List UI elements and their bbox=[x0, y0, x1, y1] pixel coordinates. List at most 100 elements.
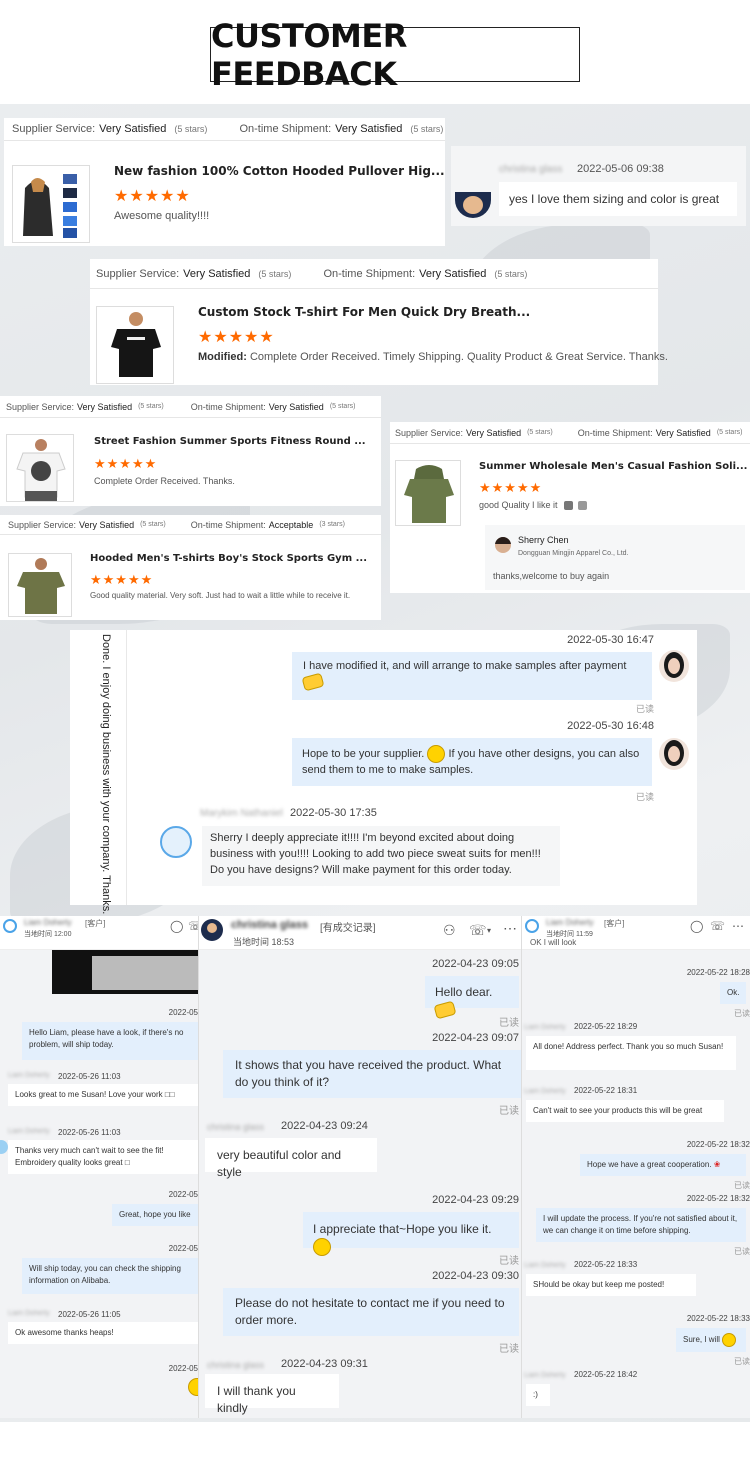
supplier-service-rating: Very Satisfied bbox=[79, 519, 135, 530]
rating-stars: ★★★★★ bbox=[114, 188, 191, 205]
message-bubble: yes I love them sizing and color is grea… bbox=[499, 182, 737, 216]
sender-name: Liam Doherty bbox=[8, 1128, 50, 1135]
chat-screenshot-middle: christina glass [有成交记录] 当地时间 18:53 ⚇ ☏ ▾… bbox=[198, 916, 522, 1418]
user-icon[interactable]: ◯ bbox=[170, 919, 183, 933]
shipment-label: On-time Shipment: bbox=[190, 519, 266, 530]
shipment-label: On-time Shipment: bbox=[190, 401, 266, 412]
avatar[interactable] bbox=[525, 919, 539, 933]
review-card: Supplier Service: Very Satisfied (5 star… bbox=[0, 396, 381, 506]
avatar[interactable] bbox=[455, 192, 491, 218]
timestamp: 2022-05-22 18:32 bbox=[686, 1194, 750, 1203]
stars-note: (3 stars) bbox=[319, 521, 345, 528]
image-message[interactable] bbox=[52, 950, 198, 994]
message-text: Hope we have a great cooperation. bbox=[587, 1160, 712, 1169]
message-bubble: I appreciate that~Hope you like it. bbox=[303, 1212, 519, 1257]
more-icon[interactable]: ⋯ bbox=[503, 920, 517, 937]
timestamp: 2022-04-23 09:24 bbox=[281, 1120, 368, 1132]
side-note-column: Done. I enjoy doing business with your c… bbox=[70, 630, 127, 914]
chevron-down-icon[interactable]: ▾ bbox=[487, 926, 491, 935]
supplier-service-label: Supplier Service: bbox=[8, 519, 77, 530]
rating-stars: ★★★★★ bbox=[198, 329, 275, 346]
read-status: 已读 bbox=[734, 1357, 750, 1366]
shipment-label: On-time Shipment: bbox=[239, 123, 332, 135]
stars-note: (5 stars) bbox=[494, 268, 528, 279]
thumbs-up-icon bbox=[577, 501, 587, 511]
phone-icon[interactable]: ☏ bbox=[710, 919, 725, 933]
sender-name: Liam Doherty bbox=[8, 1310, 50, 1317]
handshake-emoji-icon bbox=[433, 1000, 457, 1020]
contact-name: christina glass bbox=[231, 919, 309, 931]
product-thumbnail[interactable] bbox=[96, 306, 174, 384]
message-bubble: Great, hope you like bbox=[112, 1204, 198, 1226]
supplier-service-rating: Very Satisfied bbox=[183, 267, 251, 280]
message-text: Sure, I will bbox=[683, 1335, 720, 1345]
shipment-label: On-time Shipment: bbox=[323, 267, 416, 280]
product-title[interactable]: Custom Stock T-shirt For Men Quick Dry B… bbox=[198, 305, 530, 319]
avatar[interactable] bbox=[659, 650, 689, 682]
product-thumbnail[interactable] bbox=[8, 553, 72, 617]
product-thumbnail[interactable] bbox=[6, 434, 74, 502]
timestamp: 2022-05 bbox=[168, 1244, 198, 1253]
message-bubble: I will update the process. If you're not… bbox=[536, 1208, 746, 1242]
shipment-rating: Very Satisfied bbox=[655, 427, 711, 438]
local-time: 当地时间 12:00 bbox=[24, 931, 72, 938]
timestamp: 2022-05-30 16:47 bbox=[567, 634, 654, 646]
contact-name: Liam Doherty bbox=[24, 918, 72, 927]
supplier-service-rating: Very Satisfied bbox=[99, 123, 167, 135]
timestamp: 2022-05-22 18:42 bbox=[574, 1370, 638, 1379]
product-thumbnail[interactable] bbox=[395, 460, 461, 526]
sender-name: Liam Doherty bbox=[524, 1024, 566, 1031]
avatar[interactable] bbox=[495, 537, 511, 553]
message-bubble: Will ship today, you can check the shipp… bbox=[22, 1258, 198, 1294]
handshake-emoji-icon bbox=[301, 672, 325, 692]
avatar[interactable] bbox=[3, 919, 17, 933]
message-text: Hope to be your supplier. bbox=[302, 747, 425, 760]
message-bubble: very beautiful color and style bbox=[205, 1138, 377, 1179]
avatar[interactable] bbox=[201, 919, 223, 941]
avatar[interactable] bbox=[0, 1140, 8, 1154]
message-bubble: Thanks very much can't wait to see the f… bbox=[8, 1140, 198, 1174]
stars-note: (5 stars) bbox=[138, 403, 164, 410]
avatar[interactable] bbox=[659, 738, 689, 770]
phone-icon[interactable]: ☏ bbox=[188, 919, 198, 933]
supplier-service-label: Supplier Service: bbox=[395, 427, 464, 438]
product-title[interactable]: Street Fashion Summer Sports Fitness Rou… bbox=[94, 436, 366, 447]
message-text: I appreciate that~Hope you like it. bbox=[313, 1222, 492, 1236]
message-bubble: Hope we have a great cooperation. ❀ bbox=[580, 1154, 746, 1176]
timestamp: 2022-05-22 18:33 bbox=[574, 1260, 638, 1269]
supplier-service-rating: Very Satisfied bbox=[466, 427, 522, 438]
review-card: Supplier Service: Very Satisfied (5 star… bbox=[0, 515, 381, 620]
chat-conversation: Done. I enjoy doing business with your c… bbox=[70, 630, 697, 914]
sender-name: Liam Doherty bbox=[524, 1088, 566, 1095]
message-bubble: I have modified it, and will arrange to … bbox=[292, 652, 652, 700]
timestamp: 2022-05-22 18:32 bbox=[686, 1140, 750, 1149]
rating-stars: ★★★★★ bbox=[479, 480, 543, 495]
timestamp: 2022-05 bbox=[168, 1190, 198, 1199]
message-bubble: It shows that you have received the prod… bbox=[223, 1050, 521, 1098]
product-title[interactable]: Summer Wholesale Men's Casual Fashion So… bbox=[479, 461, 747, 472]
phone-icon[interactable]: ☏ bbox=[469, 922, 487, 939]
user-add-icon[interactable]: ⚇ bbox=[443, 922, 456, 939]
chat-screenshot-right: Liam Doherty [客户] 当地时间 11:59 OK I will l… bbox=[522, 916, 750, 1418]
avatar[interactable] bbox=[160, 826, 192, 858]
rating-stars: ★★★★★ bbox=[90, 572, 154, 587]
shipment-rating: Very Satisfied bbox=[335, 123, 403, 135]
supplier-service-label: Supplier Service: bbox=[96, 267, 180, 280]
product-title[interactable]: Hooded Men's T-shirts Boy's Stock Sports… bbox=[90, 553, 367, 564]
sender-name: christina glass bbox=[207, 1122, 265, 1132]
message-bubble: SHould be okay but keep me posted! bbox=[526, 1274, 696, 1296]
stars-note: (5 stars) bbox=[410, 124, 444, 134]
product-title[interactable]: New fashion 100% Cotton Hooded Pullover … bbox=[114, 164, 445, 178]
more-icon[interactable]: ⋯ bbox=[732, 919, 744, 933]
smile-emoji-icon bbox=[313, 1238, 331, 1257]
chat-panel: 2022-05-30 16:47 I have modified it, and… bbox=[156, 630, 697, 905]
user-icon[interactable]: ◯ bbox=[690, 919, 703, 933]
reply-text: thanks,welcome to buy again bbox=[493, 571, 610, 581]
side-note-text: Done. I enjoy doing business with your c… bbox=[100, 634, 112, 915]
timestamp: 2022-04-23 09:07 bbox=[432, 1032, 519, 1044]
review-card: Supplier Service: Very Satisfied (5 star… bbox=[90, 259, 668, 385]
stars-note: (5 stars) bbox=[527, 429, 553, 436]
product-thumbnail[interactable] bbox=[12, 165, 90, 243]
timestamp: 2022-05-06 09:38 bbox=[577, 163, 664, 175]
message-text: OK I will look bbox=[530, 938, 577, 947]
